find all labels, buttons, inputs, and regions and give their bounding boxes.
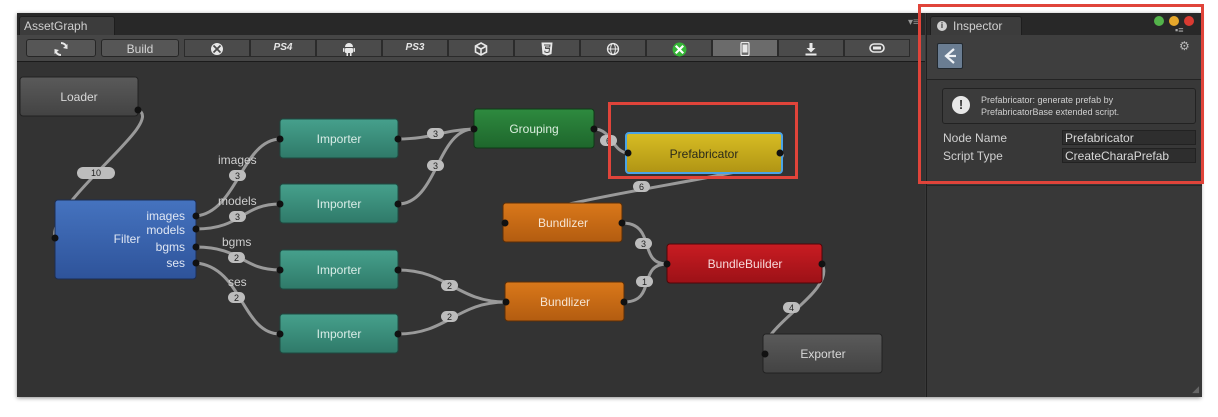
label-models: models — [218, 194, 257, 208]
inspector-header: ⚙ — [927, 35, 1202, 80]
phone-icon — [740, 41, 750, 57]
badge-prefab-bundlizer-count: 6 — [639, 182, 644, 192]
filter-output-images: images — [146, 209, 185, 223]
badge-imp3-bundlizer-count: 2 — [447, 281, 452, 291]
badge-models-count: 3 — [235, 212, 240, 222]
help-text-line-1: Prefabricator: generate prefab by — [981, 95, 1114, 105]
badge-imp4-bundlizer-count: 2 — [447, 312, 452, 322]
node-filter-label: Filter — [114, 232, 141, 246]
node-loader[interactable]: Loader — [19, 76, 142, 117]
node-loader-out-port — [134, 106, 142, 114]
platform-ps3-button[interactable]: PS3 — [382, 39, 448, 57]
tab-menu-icon[interactable]: ▾≡ — [908, 17, 919, 28]
platform-html5-button[interactable] — [514, 39, 580, 57]
window-button-green[interactable] — [1154, 16, 1164, 26]
info-icon: i — [937, 21, 947, 31]
filter-output-bgms: bgms — [156, 240, 185, 254]
node-bundlebuilder-label: BundleBuilder — [708, 257, 783, 271]
assetgraph-toolbar: Build PS4 PS3 — [17, 35, 925, 62]
divider — [927, 185, 1202, 186]
node-importer-1[interactable]: Importer — [276, 118, 402, 159]
badge-loader-filter-count: 10 — [91, 168, 101, 178]
node-prefabricator-label: Prefabricator — [670, 147, 739, 161]
node-loader-label: Loader — [60, 90, 97, 104]
platform-xboxone-button[interactable] — [646, 39, 712, 57]
refresh-button[interactable] — [26, 39, 96, 57]
inspector-window: i Inspector ▪≡ ⚙ ! Prefabricator: genera… — [926, 13, 1202, 397]
node-importer-2[interactable]: Importer — [276, 183, 402, 224]
build-button[interactable]: Build — [101, 39, 179, 57]
node-prefabricator[interactable]: Prefabricator — [624, 132, 784, 174]
platform-ps4-button[interactable]: PS4 — [250, 39, 316, 57]
inspector-tab-label: Inspector — [953, 19, 1003, 33]
badge-bundlizer1-bb-count: 3 — [641, 239, 646, 249]
label-ses: ses — [228, 275, 247, 289]
node-bundlizer-2[interactable]: Bundlizer — [502, 281, 628, 322]
platform-unity-button[interactable] — [448, 39, 514, 57]
info-icon: ! — [952, 96, 970, 114]
platform-xbox360-button[interactable] — [184, 39, 250, 57]
badge-ses-count: 2 — [234, 293, 239, 303]
node-importer-3[interactable]: Importer — [276, 249, 402, 290]
tab-menu-icon[interactable]: ▪≡ — [1175, 25, 1183, 35]
node-exporter-label: Exporter — [800, 347, 845, 361]
node-importer-2-label: Importer — [317, 197, 362, 211]
editor-window: AssetGraph ▾≡ Build PS4 PS3 10 images 3 … — [17, 13, 1202, 397]
script-type-label: Script Type — [943, 149, 1003, 163]
node-bundlebuilder[interactable]: BundleBuilder — [663, 243, 826, 284]
badge-imp2-grouping-count: 3 — [433, 161, 438, 171]
platform-download-button[interactable] — [778, 39, 844, 57]
node-exporter[interactable]: Exporter — [761, 333, 883, 374]
badge-bb-exporter-count: 4 — [789, 303, 794, 313]
android-icon — [343, 43, 355, 56]
inspector-tab[interactable]: i Inspector — [930, 16, 1022, 35]
badge-imp1-grouping-count: 3 — [433, 129, 438, 139]
node-bundlizer-2-label: Bundlizer — [540, 295, 590, 309]
badge-bundlizer2-bb-count: 1 — [642, 277, 647, 287]
node-bundlizer-1-label: Bundlizer — [538, 216, 588, 230]
node-name-field[interactable]: Prefabricator — [1062, 130, 1196, 145]
assetgraph-tabbar: AssetGraph ▾≡ — [17, 13, 925, 35]
pill-icon — [869, 43, 885, 53]
node-importer-3-label: Importer — [317, 263, 362, 277]
assetgraph-tab[interactable]: AssetGraph — [19, 16, 115, 35]
node-bundlizer-1[interactable]: Bundlizer — [501, 202, 626, 243]
filter-output-models: models — [146, 223, 185, 237]
globe-icon — [606, 42, 620, 56]
platform-pill-button[interactable] — [844, 39, 910, 57]
gear-icon[interactable]: ⚙ — [1179, 39, 1190, 53]
badge-images-count: 3 — [235, 171, 240, 181]
html5-icon — [541, 42, 553, 56]
node-filter[interactable]: Filter images models bgms ses — [51, 199, 200, 280]
node-importer-1-label: Importer — [317, 132, 362, 146]
node-importer-4[interactable]: Importer — [276, 313, 402, 354]
unity-logo-icon — [937, 43, 963, 69]
badge-grouping-prefab-count: 6 — [606, 136, 611, 146]
help-box: ! Prefabricator: generate prefab by Pref… — [942, 88, 1196, 124]
label-bgms: bgms — [222, 235, 251, 249]
node-importer-4-label: Importer — [317, 327, 362, 341]
platform-web-button[interactable] — [580, 39, 646, 57]
help-text-line-2: PrefabricatorBase extended script. — [981, 107, 1120, 117]
node-grouping-label: Grouping — [509, 122, 558, 136]
download-icon — [805, 43, 817, 56]
refresh-icon — [54, 42, 68, 56]
window-button-red[interactable] — [1184, 16, 1194, 26]
help-text: Prefabricator: generate prefab by Prefab… — [981, 94, 1191, 118]
graph-canvas[interactable]: 10 images 3 models 3 bgms 2 ses 2 3 3 6 — [17, 62, 925, 397]
unity-icon — [474, 42, 488, 56]
platform-android-button[interactable] — [316, 39, 382, 57]
xbox-icon — [211, 43, 223, 55]
platform-mobile-button[interactable] — [712, 39, 778, 57]
badge-bgms-count: 2 — [234, 253, 239, 263]
graph-svg: 10 images 3 models 3 bgms 2 ses 2 3 3 6 — [19, 76, 883, 374]
script-type-field[interactable]: CreateCharaPrefab — [1062, 148, 1196, 163]
resize-handle-icon[interactable]: ◢ — [1192, 384, 1199, 395]
filter-output-ses: ses — [166, 256, 185, 270]
xbox-green-icon — [672, 42, 686, 57]
inspector-tabbar: i Inspector ▪≡ — [927, 13, 1202, 35]
node-name-label: Node Name — [943, 131, 1008, 145]
node-grouping[interactable]: Grouping — [470, 108, 598, 149]
label-images: images — [218, 153, 257, 167]
